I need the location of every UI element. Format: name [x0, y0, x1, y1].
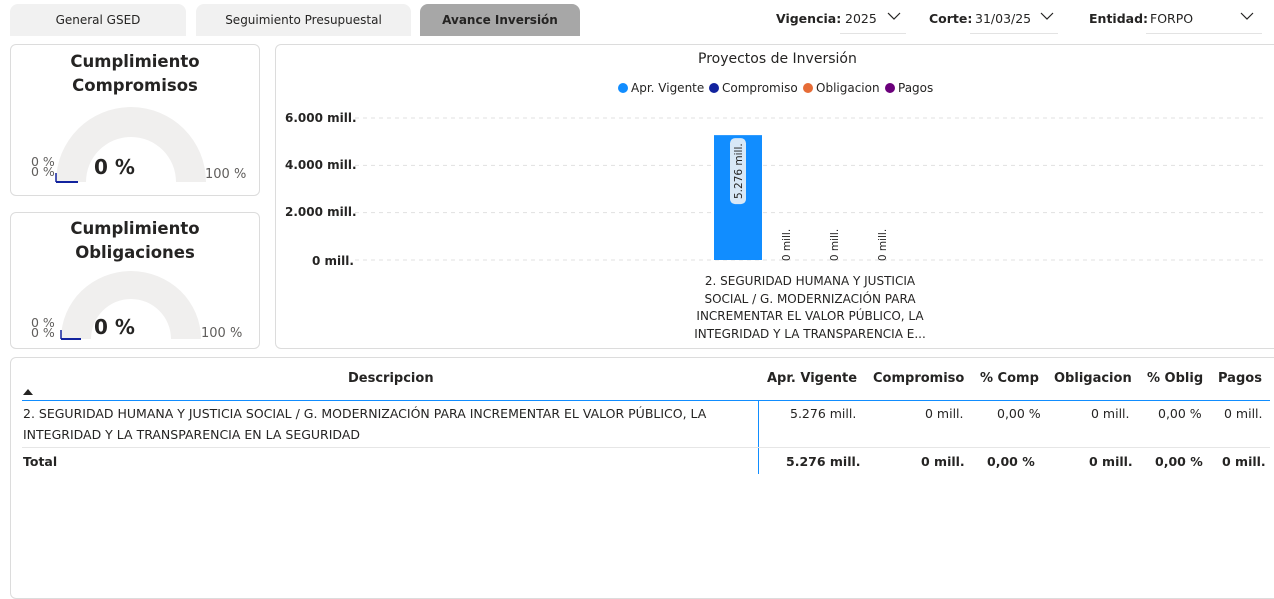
cell-poblig: 0,00 % [1158, 406, 1202, 421]
col-header-compromiso[interactable]: Compromiso [873, 371, 964, 386]
col-header-pcomp[interactable]: % Comp [980, 371, 1039, 386]
col-header-obligacion[interactable]: Obligacion [1054, 371, 1132, 386]
cell-apr-vigente: 5.276 mill. [790, 406, 857, 421]
data-label: 0 mill. [829, 229, 841, 261]
column-divider [758, 401, 759, 474]
total-pcomp: 0,00 % [987, 454, 1035, 469]
cell-pagos: 0 mill. [1224, 406, 1263, 421]
category-line: SOCIAL / G. MODERNIZACIÓN PARA [704, 291, 916, 306]
row-separator [22, 447, 1270, 448]
col-header-apr-vigente[interactable]: Apr. Vigente [767, 371, 857, 386]
sort-ascending-icon[interactable] [22, 388, 34, 396]
table-card [10, 357, 1274, 599]
total-compromiso: 0 mill. [921, 454, 965, 469]
category-line: INCREMENTAR EL VALOR PÚBLICO, LA [696, 309, 924, 323]
cell-pcomp: 0,00 % [997, 406, 1041, 421]
bar-chart: 5.276 mill. 0 mill. 0 mill. 0 mill. [355, 117, 1265, 261]
col-header-poblig[interactable]: % Oblig [1147, 371, 1203, 386]
total-apr-vigente: 5.276 mill. [786, 454, 861, 469]
col-header-pagos[interactable]: Pagos [1218, 371, 1262, 386]
x-category-label: 2. SEGURIDAD HUMANA Y JUSTICIA SOCIAL / … [690, 273, 930, 343]
cell-descripcion-line2: INTEGRIDAD Y LA TRANSPARENCIA EN LA SEGU… [23, 427, 360, 442]
total-obligacion: 0 mill. [1089, 454, 1133, 469]
col-header-descripcion[interactable]: Descripcion [348, 371, 434, 386]
gauge-value: 0 % [94, 315, 135, 339]
data-label: 5.276 mill. [733, 143, 745, 199]
total-poblig: 0,00 % [1155, 454, 1203, 469]
data-label: 0 mill. [781, 229, 793, 261]
total-pagos: 0 mill. [1222, 454, 1266, 469]
header-underline [22, 400, 1270, 401]
gauge-max-label: 100 % [201, 326, 243, 341]
cell-descripcion-line1: 2. SEGURIDAD HUMANA Y JUSTICIA SOCIAL / … [23, 406, 707, 421]
cell-compromiso: 0 mill. [925, 406, 964, 421]
category-line: 2. SEGURIDAD HUMANA Y JUSTICIA [704, 274, 916, 288]
cell-obligacion: 0 mill. [1091, 406, 1130, 421]
gauge-min-label-overlap: 0 % [31, 325, 55, 340]
category-line: INTEGRIDAD Y LA TRANSPARENCIA E... [694, 326, 926, 341]
total-label: Total [23, 454, 58, 469]
data-label: 0 mill. [877, 229, 889, 261]
